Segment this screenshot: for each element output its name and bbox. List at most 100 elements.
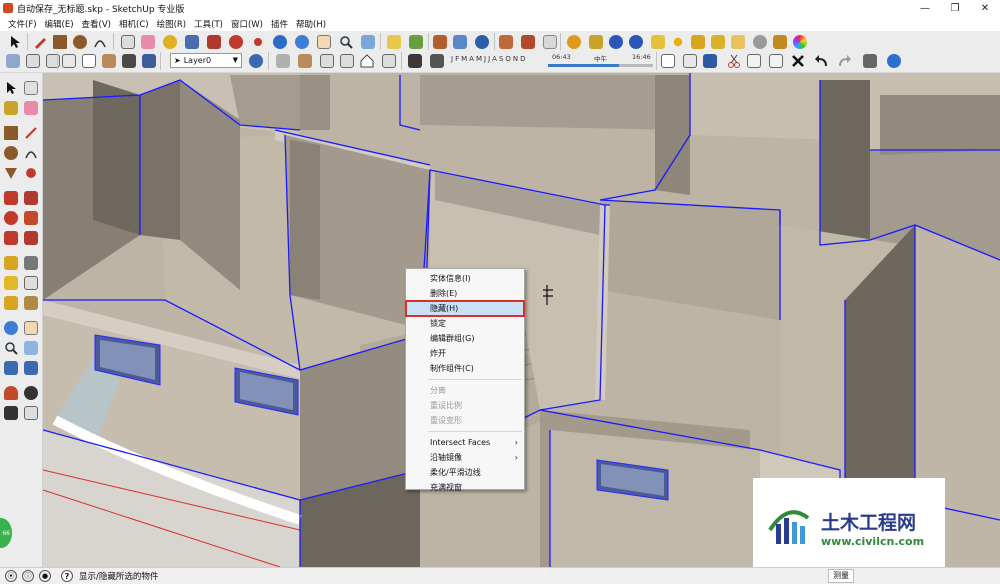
copy-icon[interactable]	[745, 52, 763, 70]
wireframe-style-icon[interactable]	[80, 52, 98, 70]
offset-tool-icon[interactable]	[22, 229, 40, 247]
plugin-label-icon[interactable]	[649, 33, 667, 51]
axes-tool-icon[interactable]	[2, 294, 20, 312]
eraser-tool-icon[interactable]	[22, 99, 40, 117]
make-component-icon[interactable]	[119, 33, 137, 51]
move-tool-icon[interactable]	[227, 33, 245, 51]
rotate-tool-icon[interactable]	[249, 33, 267, 51]
zoom-window-icon[interactable]	[22, 339, 40, 357]
ctx-lock[interactable]: 锁定	[406, 316, 524, 331]
rectangle-tool-icon[interactable]	[2, 124, 20, 142]
iso-view-icon[interactable]	[4, 52, 22, 70]
user-icon[interactable]: ●	[39, 570, 51, 582]
scene-house-icon[interactable]	[358, 52, 376, 70]
3d-text-tool-icon[interactable]	[22, 294, 40, 312]
orbit-tool-icon[interactable]	[2, 319, 20, 337]
walk-tool-icon[interactable]	[473, 33, 491, 51]
previous-view-icon[interactable]	[2, 359, 20, 377]
shadow-month-scale[interactable]: J F M A M J J A S O N D	[451, 55, 526, 63]
select-tool-icon[interactable]	[6, 33, 24, 51]
plugin-bow-icon[interactable]	[771, 33, 789, 51]
ctx-flip-along[interactable]: 沿轴镜像 ›	[406, 450, 524, 465]
plugin-tag-icon[interactable]	[587, 33, 605, 51]
sandbox-icon[interactable]	[497, 33, 515, 51]
menu-plugins[interactable]: 插件	[267, 18, 292, 30]
ctx-explode[interactable]: 炸开	[406, 346, 524, 361]
shadow-time-slider[interactable]: 06:43 中午 16:46	[548, 53, 653, 69]
walk-tool-icon[interactable]	[2, 404, 20, 422]
select-tool-icon[interactable]	[2, 79, 20, 97]
model-info-icon[interactable]	[885, 52, 903, 70]
scene-front-icon[interactable]	[296, 52, 314, 70]
menu-edit[interactable]: 编辑(E)	[41, 18, 78, 30]
freehand-tool-icon[interactable]	[22, 164, 40, 182]
drape-icon[interactable]	[519, 33, 537, 51]
cut-icon[interactable]	[725, 52, 743, 70]
ctx-make-component[interactable]: 制作组件(C)	[406, 361, 524, 376]
menu-file[interactable]: 文件(F)	[4, 18, 41, 30]
help-icon[interactable]: ?	[61, 570, 73, 582]
scene-right-icon[interactable]	[318, 52, 336, 70]
paste-icon[interactable]	[767, 52, 785, 70]
menu-tools[interactable]: 工具(T)	[190, 18, 227, 30]
eraser-tool-icon[interactable]	[139, 33, 157, 51]
plugin-pin-icon[interactable]	[709, 33, 727, 51]
rectangle-tool-icon[interactable]	[51, 33, 69, 51]
component-tool-icon[interactable]	[22, 79, 40, 97]
rotate-tool-icon[interactable]	[2, 209, 20, 227]
circle-tool-icon[interactable]	[71, 33, 89, 51]
menu-camera[interactable]: 相机(C)	[115, 18, 153, 30]
menu-window[interactable]: 窗口(W)	[227, 18, 267, 30]
polygon-tool-icon[interactable]	[2, 164, 20, 182]
plugin-sphere-icon[interactable]	[751, 33, 769, 51]
scale-tool-icon[interactable]	[2, 229, 20, 247]
ctx-entity-info[interactable]: 实体信息(I)	[406, 271, 524, 286]
plugin-q-icon[interactable]	[627, 33, 645, 51]
share-model-icon[interactable]	[407, 33, 425, 51]
pencil-tool-icon[interactable]	[31, 33, 49, 51]
scene-left-icon[interactable]	[380, 52, 398, 70]
push-pull-icon[interactable]	[205, 33, 223, 51]
plugin-m-icon[interactable]	[565, 33, 583, 51]
section-plane-icon[interactable]	[431, 33, 449, 51]
circle-tool-icon[interactable]	[2, 144, 20, 162]
zoom-tool-icon[interactable]	[337, 33, 355, 51]
zoom-extents-icon[interactable]	[359, 33, 377, 51]
protractor-tool-icon[interactable]	[2, 274, 20, 292]
arc-tool-icon[interactable]	[22, 144, 40, 162]
minimize-button[interactable]: —	[910, 0, 940, 16]
undo-icon[interactable]	[813, 52, 831, 70]
ctx-edit-group[interactable]: 编辑群组(G)	[406, 331, 524, 346]
arc-tool-icon[interactable]	[91, 33, 109, 51]
zoom-tool-icon[interactable]	[2, 339, 20, 357]
follow-me-icon[interactable]	[271, 33, 289, 51]
xray-style-icon[interactable]	[60, 52, 78, 70]
paint-bucket-icon[interactable]	[183, 33, 201, 51]
scene-back-icon[interactable]	[338, 52, 356, 70]
position-camera-icon[interactable]	[2, 384, 20, 402]
paint-bucket-icon[interactable]	[2, 99, 20, 117]
position-camera-icon[interactable]	[451, 33, 469, 51]
layer-manager-icon[interactable]	[247, 52, 265, 70]
print-icon[interactable]	[861, 52, 879, 70]
menu-view[interactable]: 查看(V)	[78, 18, 115, 30]
scene-iso-icon[interactable]	[274, 52, 292, 70]
orbit-tool-icon[interactable]	[293, 33, 311, 51]
save-icon[interactable]	[701, 52, 719, 70]
shaded-style-icon[interactable]	[120, 52, 138, 70]
shadow-toggle-icon[interactable]	[406, 52, 424, 70]
dimension-tool-icon[interactable]	[22, 254, 40, 272]
push-pull-icon[interactable]	[22, 189, 40, 207]
pan-tool-icon[interactable]	[315, 33, 333, 51]
credits-icon[interactable]: ⓘ	[22, 570, 34, 582]
zoom-extents-icon[interactable]	[22, 359, 40, 377]
plugin-flag-icon[interactable]	[729, 33, 747, 51]
plugin-lamp-icon[interactable]	[689, 33, 707, 51]
maximize-button[interactable]: ❐	[940, 0, 970, 16]
floating-badge[interactable]: 66	[0, 518, 12, 548]
redo-icon[interactable]	[835, 52, 853, 70]
new-file-icon[interactable]	[659, 52, 677, 70]
open-file-icon[interactable]	[681, 52, 699, 70]
follow-me-icon[interactable]	[22, 209, 40, 227]
hidden-line-style-icon[interactable]	[100, 52, 118, 70]
